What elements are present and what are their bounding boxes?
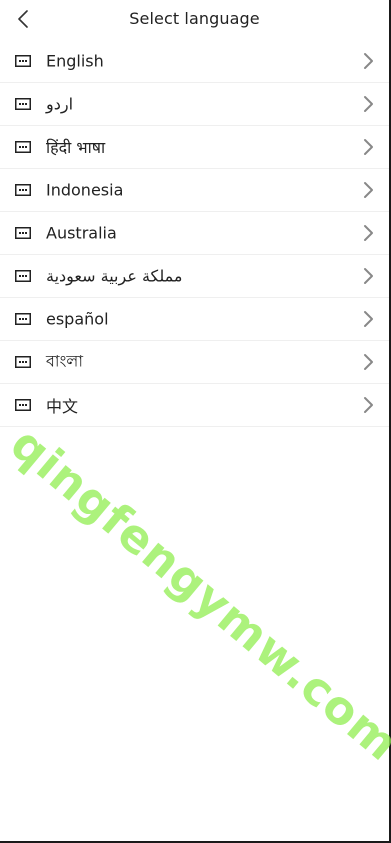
language-list: English اردو हिंदी भाषा Indonesia Austra… — [0, 40, 389, 427]
language-item-arabic-saudi[interactable]: مملكة عربية سعودية — [0, 255, 389, 298]
flag-placeholder-icon — [15, 184, 31, 196]
language-item-chinese[interactable]: 中文 — [0, 384, 389, 427]
flag-placeholder-icon — [15, 399, 31, 411]
flag-placeholder-icon — [15, 141, 31, 153]
chevron-right-icon — [364, 354, 373, 370]
language-label: বাংলা — [46, 351, 83, 371]
chevron-right-icon — [364, 268, 373, 284]
chevron-right-icon — [364, 311, 373, 327]
chevron-right-icon — [364, 397, 373, 413]
flag-placeholder-icon — [15, 356, 31, 368]
chevron-right-icon — [364, 182, 373, 198]
flag-placeholder-icon — [15, 55, 31, 67]
chevron-right-icon — [364, 96, 373, 112]
language-label: Indonesia — [46, 180, 124, 200]
page-title: Select language — [129, 9, 260, 28]
language-label: Australia — [46, 223, 117, 243]
flag-placeholder-icon — [15, 227, 31, 239]
language-label: español — [46, 309, 109, 329]
language-item-bengali[interactable]: বাংলা — [0, 341, 389, 384]
flag-placeholder-icon — [15, 313, 31, 325]
language-label: اردو — [46, 94, 74, 114]
language-item-australia[interactable]: Australia — [0, 212, 389, 255]
language-label: 中文 — [46, 397, 79, 416]
chevron-right-icon — [364, 225, 373, 241]
language-item-english[interactable]: English — [0, 40, 389, 83]
watermark-text: qingfengymw.com — [0, 416, 391, 772]
language-label: हिंदी भाषा — [46, 138, 106, 157]
language-item-hindi[interactable]: हिंदी भाषा — [0, 126, 389, 169]
language-label: مملكة عربية سعودية — [46, 266, 183, 286]
flag-placeholder-icon — [15, 270, 31, 282]
language-item-urdu[interactable]: اردو — [0, 83, 389, 126]
language-item-indonesia[interactable]: Indonesia — [0, 169, 389, 212]
flag-placeholder-icon — [15, 98, 31, 110]
chevron-right-icon — [364, 139, 373, 155]
phone-screen: Select language English اردو हिंदी भाषा … — [0, 0, 391, 843]
nav-header: Select language — [0, 0, 389, 38]
language-item-spanish[interactable]: español — [0, 298, 389, 341]
language-label: English — [46, 51, 104, 71]
chevron-right-icon — [364, 53, 373, 69]
